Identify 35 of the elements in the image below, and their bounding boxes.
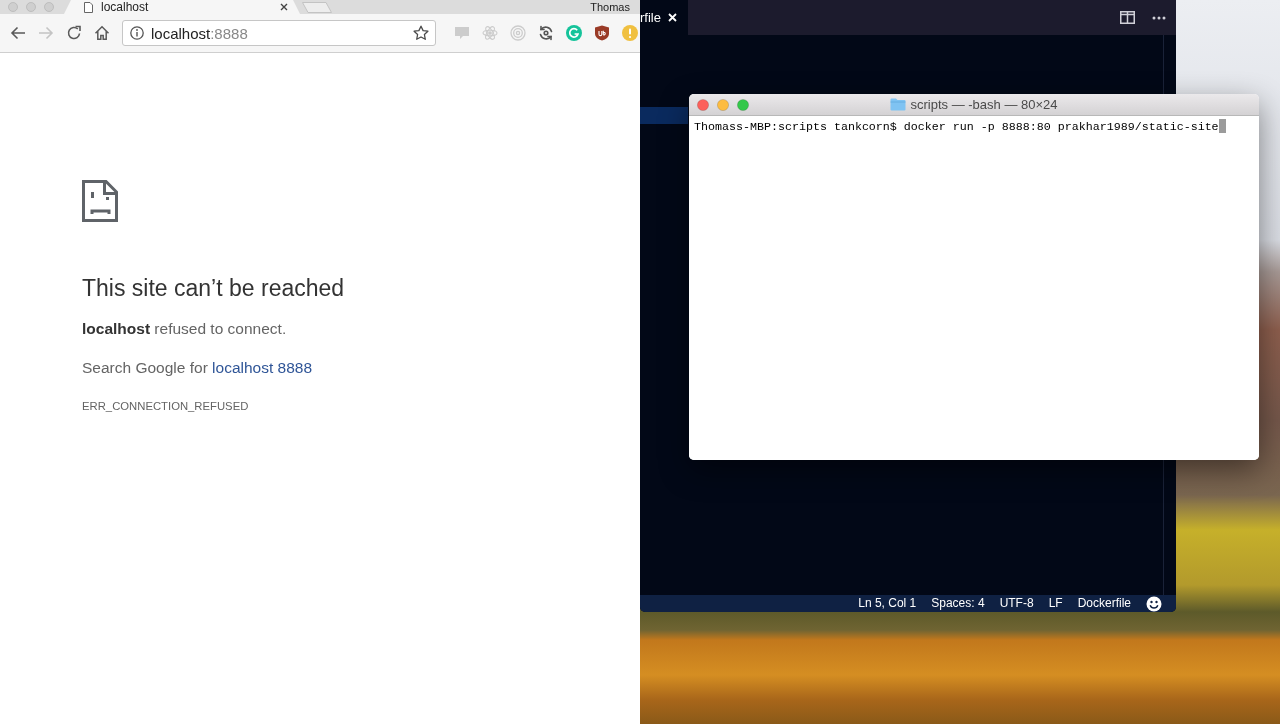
status-item[interactable]: UTF-8 — [999, 595, 1034, 612]
terminal-title: scripts — -bash — 80×24 — [910, 97, 1058, 112]
error-message: localhost refused to connect. — [82, 319, 288, 339]
more-icon[interactable] — [1152, 15, 1166, 20]
info-icon[interactable] — [130, 26, 144, 40]
split-editor-icon[interactable] — [1120, 11, 1135, 24]
status-item[interactable]: Ln 5, Col 1 — [858, 595, 917, 612]
back-icon[interactable] — [10, 25, 26, 41]
reload-icon[interactable] — [66, 25, 82, 41]
new-tab-button[interactable] — [302, 1, 332, 13]
circle-logo-icon[interactable] — [566, 25, 582, 41]
sad-page-icon — [82, 180, 118, 222]
home-icon[interactable] — [94, 25, 110, 41]
terminal-line: Thomass-MBP:scripts tankcorn$ docker run -p 8888:80 prakhar1989/static-site — [694, 120, 1219, 134]
line-highlight — [640, 107, 688, 124]
sync-icon[interactable] — [538, 25, 554, 41]
url-text: localhost:8888 — [151, 24, 248, 42]
alert-icon[interactable] — [622, 25, 638, 41]
smiley-icon[interactable] — [1146, 595, 1162, 612]
error-code: ERR_CONNECTION_REFUSED — [82, 399, 250, 413]
search-suggestion: Search Google for localhost 8888 — [82, 358, 314, 378]
star-icon[interactable] — [413, 25, 429, 41]
text-cursor — [1218, 119, 1226, 133]
status-item[interactable]: Dockerfile — [1077, 595, 1131, 612]
shield-icon[interactable] — [594, 25, 610, 41]
close-icon[interactable] — [280, 3, 288, 11]
browser-tab[interactable]: localhost — [64, 0, 300, 14]
folder-icon — [890, 98, 907, 111]
status-item[interactable]: LF — [1048, 595, 1063, 612]
status-item[interactable]: Spaces: 4 — [931, 595, 985, 612]
error-heading: This site can’t be reached — [82, 274, 346, 302]
address-field[interactable]: localhost:8888 — [122, 20, 436, 46]
profile-button[interactable]: Thomas — [590, 0, 630, 14]
search-link[interactable]: localhost 8888 — [212, 359, 313, 376]
editor-tab[interactable]: rfile — [640, 0, 688, 35]
